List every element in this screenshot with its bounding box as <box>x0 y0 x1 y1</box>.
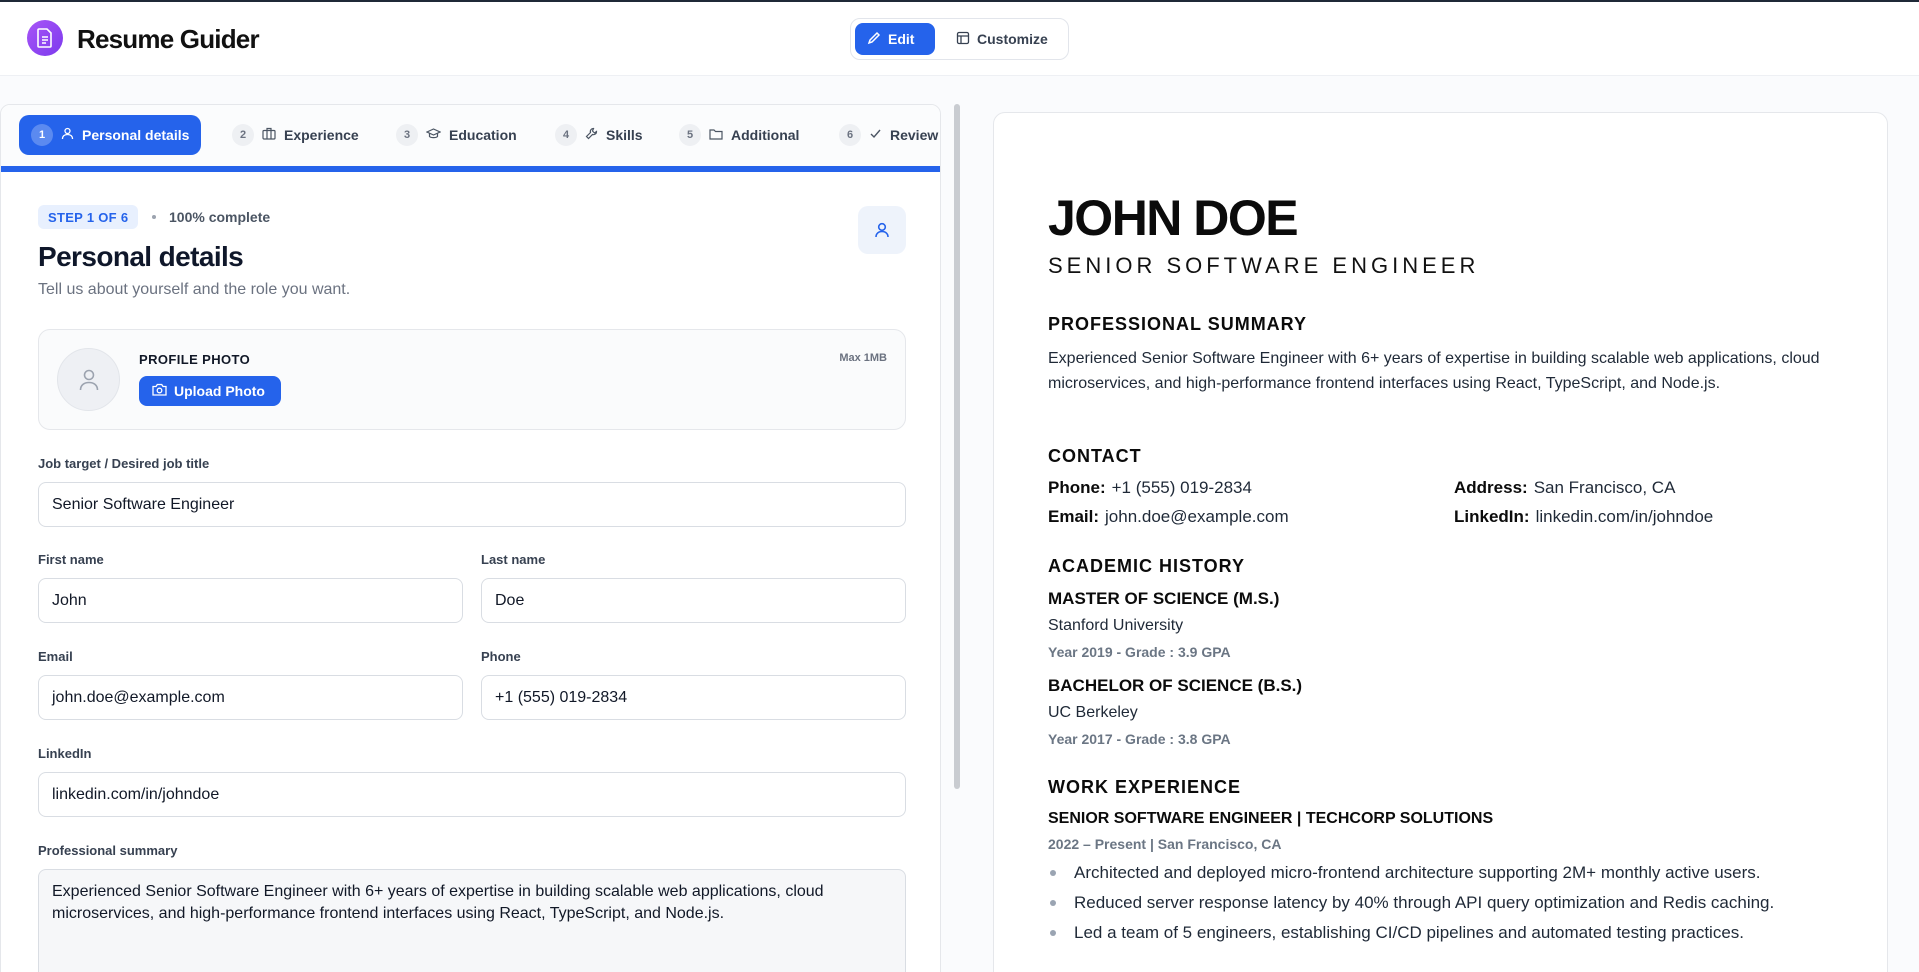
school-name: UC Berkeley <box>1048 704 1138 721</box>
contact-address: Address: San Francisco, CA <box>1454 478 1676 497</box>
folder-icon <box>709 127 723 143</box>
resume-summary: Experienced Senior Software Engineer wit… <box>1048 350 1820 392</box>
tab-skills[interactable]: 4 Skills <box>555 115 643 155</box>
user-icon <box>61 127 74 143</box>
app-header: Resume Guider Edit Customize <box>0 2 1919 76</box>
phone-label: Phone <box>481 649 521 664</box>
profile-photo-label: PROFILE PHOTO <box>139 352 251 367</box>
completion-text: 100% complete <box>169 209 271 225</box>
contact-heading: CONTACT <box>1048 446 1142 466</box>
editor-panel: 1 Personal details 2 Experience 3 Educat… <box>0 104 941 972</box>
step-tabs: 1 Personal details 2 Experience 3 Educat… <box>1 105 940 172</box>
academic-heading: ACADEMIC HISTORY <box>1048 556 1246 576</box>
check-icon <box>869 127 882 143</box>
layout-icon <box>956 31 970 48</box>
brand-title: Resume Guider <box>77 24 260 54</box>
degree-title: MASTER OF SCIENCE (M.S.) <box>1048 589 1280 608</box>
document-icon <box>27 20 63 56</box>
linkedin-label: LinkedIn <box>38 746 92 761</box>
tab-label: Additional <box>731 127 800 143</box>
degree-title: BACHELOR OF SCIENCE (B.S.) <box>1048 676 1303 695</box>
resume-job-title: SENIOR SOFTWARE ENGINEER <box>1048 253 1480 278</box>
step-badge: STEP 1 OF 6 <box>38 205 139 229</box>
tab-label: Skills <box>606 127 643 143</box>
phone-input[interactable]: +1 (555) 019-2834 <box>481 675 906 720</box>
upload-photo-button[interactable]: Upload Photo <box>139 376 281 406</box>
page-subtitle: Tell us about yourself and the role you … <box>38 281 351 298</box>
school-name: Stanford University <box>1048 617 1184 634</box>
job-target-label: Job target / Desired job title <box>38 456 210 471</box>
tab-label: Review <box>890 127 939 143</box>
edit-mode-label: Edit <box>888 31 915 47</box>
tab-review[interactable]: 6 Review <box>839 115 938 155</box>
contact-phone: Phone: +1 (555) 019-2834 <box>1048 478 1252 497</box>
edit-mode-button[interactable]: Edit <box>855 23 935 55</box>
tab-additional[interactable]: 5 Additional <box>679 115 799 155</box>
linkedin-input[interactable]: linkedin.com/in/johndoe <box>38 772 906 817</box>
summary-heading: PROFESSIONAL SUMMARY <box>1048 314 1308 334</box>
customize-mode-label: Customize <box>977 31 1048 47</box>
job-meta: 2022 – Present | San Francisco, CA <box>1048 836 1282 852</box>
tab-number: 2 <box>232 124 254 146</box>
tab-number: 3 <box>396 124 418 146</box>
email-input[interactable]: john.doe@example.com <box>38 675 463 720</box>
briefcase-icon <box>262 127 276 143</box>
tab-label: Personal details <box>82 127 190 143</box>
separator-dot <box>152 215 156 219</box>
tab-number: 6 <box>839 124 861 146</box>
resume-preview: JOHN DOE SENIOR SOFTWARE ENGINEER PROFES… <box>993 112 1888 972</box>
contact-email: Email: john.doe@example.com <box>1048 507 1289 526</box>
customize-mode-button[interactable]: Customize <box>944 23 1064 55</box>
job-title: SENIOR SOFTWARE ENGINEER | TECHCORP SOLU… <box>1048 810 1494 827</box>
tab-label: Experience <box>284 127 359 143</box>
max-size-note: Max 1MB <box>839 352 887 364</box>
job-target-input[interactable]: Senior Software Engineer <box>38 482 906 527</box>
upload-photo-label: Upload Photo <box>174 383 265 399</box>
wrench-icon <box>585 127 598 143</box>
mode-toggle: Edit Customize <box>850 18 1069 60</box>
job-bullet: Led a team of 5 engineers, establishing … <box>1048 923 1744 943</box>
tab-number: 1 <box>31 124 53 146</box>
last-name-input[interactable]: Doe <box>481 578 906 623</box>
section-user-icon <box>858 206 906 254</box>
last-name-label: Last name <box>481 552 546 567</box>
tab-number: 4 <box>555 124 577 146</box>
profile-photo-card: PROFILE PHOTO Upload Photo Max 1MB <box>38 329 906 430</box>
job-bullet: Architected and deployed micro-frontend … <box>1048 863 1761 883</box>
pencil-icon <box>867 31 881 48</box>
tab-label: Education <box>449 127 517 143</box>
page-title: Personal details <box>38 241 244 272</box>
work-heading: WORK EXPERIENCE <box>1048 777 1242 797</box>
first-name-input[interactable]: John <box>38 578 463 623</box>
progress-fill <box>1 166 940 172</box>
summary-textarea[interactable]: Experienced Senior Software Engineer wit… <box>38 869 906 972</box>
tab-number: 5 <box>679 124 701 146</box>
camera-icon <box>152 383 167 399</box>
tab-education[interactable]: 3 Education <box>396 115 517 155</box>
tab-personal-details[interactable]: 1 Personal details <box>19 115 202 155</box>
email-label: Email <box>38 649 73 664</box>
editor-scrollbar[interactable] <box>954 104 960 789</box>
first-name-label: First name <box>38 552 104 567</box>
degree-meta: Year 2019 - Grade : 3.9 GPA <box>1048 644 1231 660</box>
tab-experience[interactable]: 2 Experience <box>232 115 359 155</box>
progress-bar <box>1 166 940 172</box>
resume-name: JOHN DOE <box>1048 190 1299 246</box>
job-bullet: Reduced server response latency by 40% t… <box>1048 893 1774 913</box>
summary-label: Professional summary <box>38 843 178 858</box>
avatar-placeholder-icon <box>57 348 120 411</box>
contact-linkedin: LinkedIn: linkedin.com/in/johndoe <box>1454 507 1714 526</box>
degree-meta: Year 2017 - Grade : 3.8 GPA <box>1048 731 1231 747</box>
graduation-cap-icon <box>425 127 442 143</box>
